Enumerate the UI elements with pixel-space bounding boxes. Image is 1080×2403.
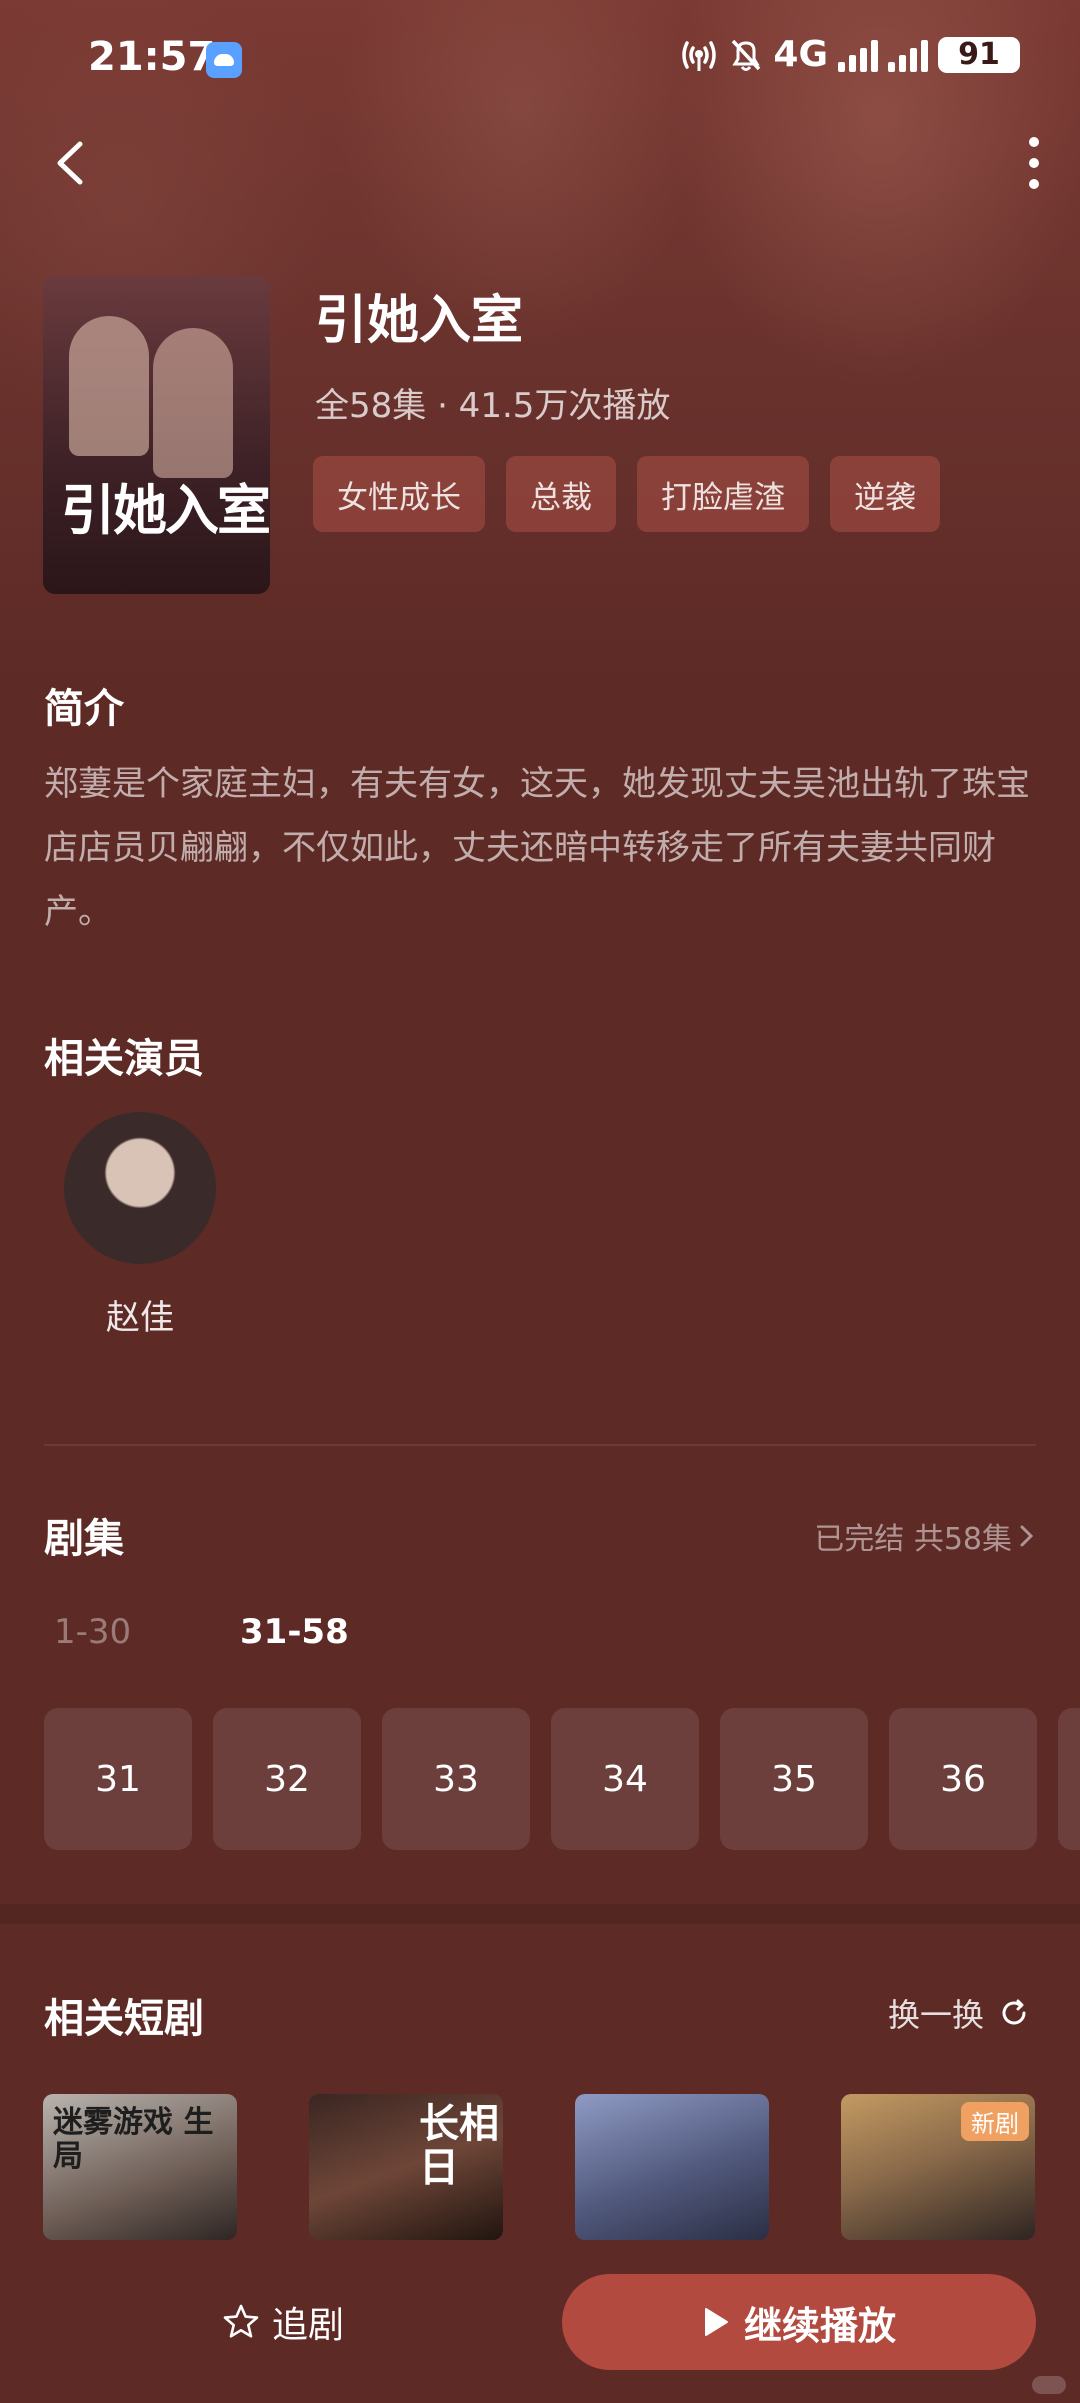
poster-title: 引她入室 [61, 478, 270, 542]
signal-strength-icon-2 [888, 38, 928, 72]
follow-label: 追剧 [272, 2305, 345, 2346]
related-drama-card[interactable]: 长相日 [309, 2094, 503, 2240]
intro-text: 郑萋是个家庭主妇，有夫有女，这天，她发现丈夫吴池出轨了珠宝店店员贝翩翩，不仅如此… [44, 764, 1030, 932]
play-icon [704, 2308, 728, 2336]
refresh-icon [1002, 1999, 1026, 2025]
episodes-status-link[interactable]: 已完结 共58集 [814, 1514, 1036, 1558]
follow-button[interactable]: 追剧 [222, 2296, 344, 2348]
episodes-status: 已完结 共58集 [814, 1522, 1012, 1557]
episode-list: 31 32 33 34 35 36 [44, 1708, 1037, 1850]
intro-heading: 简介 [44, 686, 124, 732]
home-indicator [1032, 2376, 1066, 2394]
continue-play-button[interactable]: 继续播放 [562, 2274, 1036, 2370]
section-separator [0, 1904, 1080, 1924]
continue-play-label: 继续播放 [743, 2303, 896, 2348]
episode-button-partial[interactable] [1058, 1708, 1080, 1850]
related-drama-card[interactable] [575, 2094, 769, 2240]
episode-button[interactable]: 32 [213, 1708, 361, 1850]
new-badge: 新剧 [961, 2102, 1029, 2141]
episode-button[interactable]: 31 [44, 1708, 192, 1850]
signal-strength-icon [838, 38, 878, 72]
refresh-label: 换一换 [887, 1996, 984, 2034]
network-type: 4G [773, 34, 828, 75]
more-options-button[interactable] [990, 128, 1050, 198]
star-icon [223, 2304, 259, 2338]
actor-avatar[interactable] [64, 1112, 216, 1264]
related-drama-card[interactable]: 新剧 [841, 2094, 1035, 2240]
back-button[interactable] [44, 128, 104, 198]
refresh-button[interactable]: 换一换 [888, 1990, 1030, 2036]
hotspot-icon [682, 40, 717, 71]
tag-list: 女性成长 总裁 打脸虐渣 逆袭 [313, 456, 940, 532]
battery-indicator: 91 [938, 36, 1020, 73]
actor-name[interactable]: 赵佳 [64, 1290, 216, 1339]
status-time: 21:57 [88, 34, 216, 80]
episode-button[interactable]: 35 [720, 1708, 868, 1850]
range-tab-1-30[interactable]: 1-30 [54, 1612, 131, 1652]
chevron-right-icon [1020, 1525, 1034, 1547]
tag-item[interactable]: 女性成长 [313, 456, 485, 532]
related-list: 迷雾游戏 生局 长相日 新剧 [43, 2094, 1035, 2240]
actors-heading: 相关演员 [44, 1036, 204, 1082]
episode-button[interactable]: 34 [551, 1708, 699, 1850]
drama-poster: 引她入室 [43, 276, 270, 594]
drama-title: 引她入室 [315, 291, 524, 351]
episodes-heading: 剧集 [44, 1516, 124, 1562]
related-drama-card[interactable]: 迷雾游戏 生局 [43, 2094, 237, 2240]
related-heading: 相关短剧 [44, 1996, 204, 2042]
related-card-title: 长相日 [419, 2100, 499, 2191]
section-divider [44, 1444, 1036, 1446]
chevron-left-icon [57, 141, 83, 185]
mute-bell-icon [732, 39, 761, 71]
status-icons: 4G 91 [679, 34, 1020, 75]
related-card-title: 迷雾游戏 生局 [53, 2105, 214, 2174]
drama-meta: 全58集 · 41.5万次播放 [315, 386, 671, 426]
episode-button[interactable]: 33 [382, 1708, 530, 1850]
more-vertical-icon [1029, 137, 1039, 189]
tag-item[interactable]: 逆袭 [830, 456, 940, 532]
tag-item[interactable]: 总裁 [506, 456, 616, 532]
episode-button[interactable]: 36 [889, 1708, 1037, 1850]
range-tab-31-58[interactable]: 31-58 [240, 1612, 349, 1652]
tag-item[interactable]: 打脸虐渣 [637, 456, 809, 532]
android-app-icon [206, 42, 242, 78]
